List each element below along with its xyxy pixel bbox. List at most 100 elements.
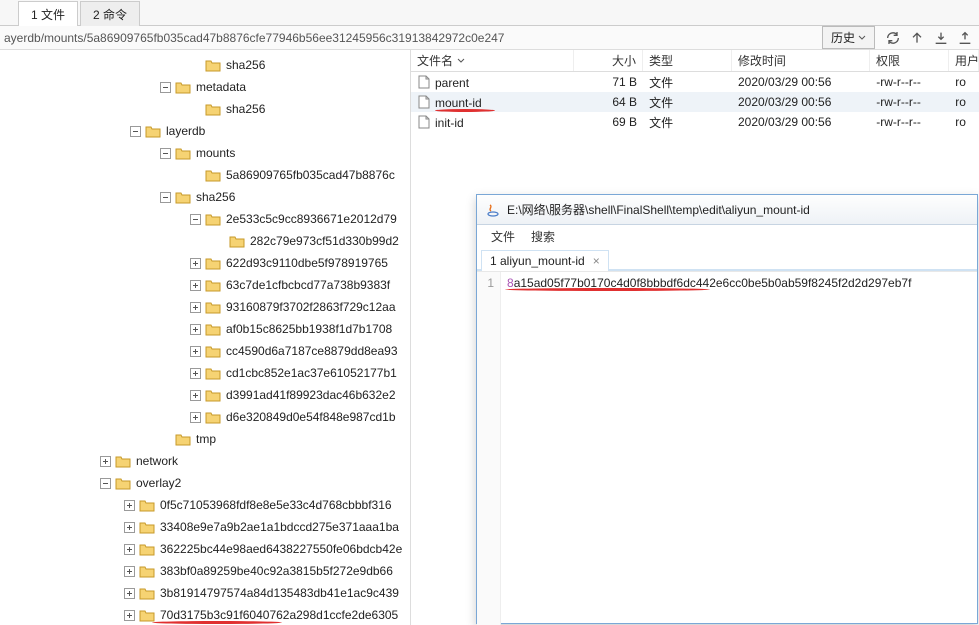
tree-node[interactable]: cc4590d6a7187ce8879dd8ea93	[0, 340, 410, 362]
expand-icon[interactable]	[190, 390, 201, 401]
top-tabs: 1 文件 2 命令	[0, 0, 979, 26]
tree-node[interactable]: cd1cbc852e1ac37e61052177b1	[0, 362, 410, 384]
expand-icon[interactable]	[190, 258, 201, 269]
expand-icon[interactable]	[124, 544, 135, 555]
collapse-icon[interactable]	[160, 82, 171, 93]
upload-icon[interactable]	[957, 30, 973, 46]
col-mtime[interactable]: 修改时间	[732, 50, 870, 71]
col-size[interactable]: 大小	[574, 50, 643, 71]
tree-node[interactable]: sha256	[0, 186, 410, 208]
file-icon	[417, 115, 431, 129]
col-name[interactable]: 文件名	[411, 50, 574, 71]
editor-tab[interactable]: 1 aliyun_mount-id ×	[481, 250, 609, 271]
folder-label: 93160879f3702f2863f729c12aa	[226, 300, 396, 314]
expand-icon[interactable]	[124, 610, 135, 621]
expand-icon[interactable]	[190, 280, 201, 291]
tab-files[interactable]: 1 文件	[18, 1, 78, 26]
file-user: ro	[949, 95, 979, 109]
up-icon[interactable]	[909, 30, 925, 46]
expand-icon[interactable]	[190, 412, 201, 423]
collapse-icon[interactable]	[130, 126, 141, 137]
expand-icon[interactable]	[124, 566, 135, 577]
file-user: ro	[949, 115, 979, 129]
tree-node[interactable]: 2e533c5c9cc8936671e2012d79	[0, 208, 410, 230]
download-icon[interactable]	[933, 30, 949, 46]
menu-search[interactable]: 搜索	[523, 226, 563, 247]
history-button[interactable]: 历史	[822, 26, 875, 49]
java-icon	[485, 202, 501, 218]
file-type: 文件	[643, 114, 732, 131]
file-mtime: 2020/03/29 00:56	[732, 95, 870, 109]
expand-icon[interactable]	[124, 588, 135, 599]
tree-node[interactable]: 362225bc44e98aed6438227550fe06bdcb42e	[0, 538, 410, 560]
tree-node[interactable]: mounts	[0, 142, 410, 164]
collapse-icon[interactable]	[190, 214, 201, 225]
chevron-down-icon	[858, 35, 866, 41]
file-row[interactable]: mount-id 64 B 文件 2020/03/29 00:56 -rw-r-…	[411, 92, 979, 112]
tab-commands-label: 2 命令	[93, 6, 127, 23]
path-input[interactable]: ayerdb/mounts/5a86909765fb035cad47b8876c…	[0, 31, 818, 45]
tree-node[interactable]: sha256	[0, 54, 410, 76]
file-type: 文件	[643, 94, 732, 111]
file-type: 文件	[643, 74, 732, 91]
expand-icon[interactable]	[190, 346, 201, 357]
expand-icon[interactable]	[124, 500, 135, 511]
tree-node[interactable]: layerdb	[0, 120, 410, 142]
file-name: mount-id	[435, 96, 482, 110]
file-row[interactable]: init-id 69 B 文件 2020/03/29 00:56 -rw-r--…	[411, 112, 979, 132]
tab-commands[interactable]: 2 命令	[80, 1, 140, 26]
file-icon	[417, 95, 431, 109]
folder-label: tmp	[196, 432, 216, 446]
folder-label: 63c7de1cfbcbcd77a738b9383f	[226, 278, 390, 292]
tree-node[interactable]: sha256	[0, 98, 410, 120]
tree-node[interactable]: 5a86909765fb035cad47b8876c	[0, 164, 410, 186]
folder-label: 622d93c9110dbe5f978919765	[226, 256, 388, 270]
editor-menu: 文件 搜索	[477, 225, 977, 247]
tree-node[interactable]: 383bf0a89259be40c92a3815b5f272e9db66	[0, 560, 410, 582]
file-perm: -rw-r--r--	[870, 75, 949, 89]
col-perm[interactable]: 权限	[870, 50, 949, 71]
tree-node[interactable]: 93160879f3702f2863f729c12aa	[0, 296, 410, 318]
tree-pane[interactable]: sha256 metadata sha256 layerdb mounts 5a…	[0, 50, 411, 625]
tree-node[interactable]: 70d3175b3c91f6040762a298d1ccfe2de6305	[0, 604, 410, 625]
expand-icon[interactable]	[190, 324, 201, 335]
folder-label: 3b81914797574a84d135483db41e1ac9c439	[160, 586, 399, 600]
col-user[interactable]: 用户	[949, 50, 979, 71]
sort-desc-icon	[457, 58, 465, 64]
file-name: init-id	[435, 116, 464, 130]
editor-titlebar[interactable]: E:\网络\服务器\shell\FinalShell\temp\edit\ali…	[477, 195, 977, 225]
expand-icon[interactable]	[190, 368, 201, 379]
code-char: 8	[507, 276, 514, 290]
tree-node[interactable]: tmp	[0, 428, 410, 450]
file-row[interactable]: parent 71 B 文件 2020/03/29 00:56 -rw-r--r…	[411, 72, 979, 92]
tree-node[interactable]: 622d93c9110dbe5f978919765	[0, 252, 410, 274]
expand-icon[interactable]	[190, 302, 201, 313]
collapse-icon[interactable]	[100, 478, 111, 489]
collapse-icon[interactable]	[160, 148, 171, 159]
tree-node[interactable]: 63c7de1cfbcbcd77a738b9383f	[0, 274, 410, 296]
file-icon	[417, 75, 431, 89]
file-mtime: 2020/03/29 00:56	[732, 75, 870, 89]
tree-node[interactable]: 282c79e973cf51d330b99d2	[0, 230, 410, 252]
collapse-icon[interactable]	[160, 192, 171, 203]
menu-file[interactable]: 文件	[483, 226, 523, 247]
col-type[interactable]: 类型	[643, 50, 732, 71]
tree-node[interactable]: 33408e9e7a9b2ae1a1bdccd275e371aaa1ba	[0, 516, 410, 538]
tree-node[interactable]: metadata	[0, 76, 410, 98]
tree-node[interactable]: d6e320849d0e54f848e987cd1b	[0, 406, 410, 428]
tree-node[interactable]: af0b15c8625bb1938f1d7b1708	[0, 318, 410, 340]
list-header: 文件名 大小 类型 修改时间 权限 用户	[411, 50, 979, 72]
tree-node[interactable]: 0f5c71053968fdf8e8e5e33c4d768cbbbf316	[0, 494, 410, 516]
tree-node[interactable]: overlay2	[0, 472, 410, 494]
close-icon[interactable]: ×	[593, 254, 600, 268]
file-size: 71 B	[574, 75, 643, 89]
expand-icon[interactable]	[100, 456, 111, 467]
folder-label: 383bf0a89259be40c92a3815b5f272e9db66	[160, 564, 393, 578]
tree-node[interactable]: network	[0, 450, 410, 472]
refresh-icon[interactable]	[885, 30, 901, 46]
toolbar-icons	[879, 30, 979, 46]
expand-icon[interactable]	[124, 522, 135, 533]
tree-node[interactable]: 3b81914797574a84d135483db41e1ac9c439	[0, 582, 410, 604]
code-area[interactable]: 8a15ad05f77b0170c4d0f8bbbdf6dc442e6cc0be…	[501, 272, 977, 625]
tree-node[interactable]: d3991ad41f89923dac46b632e2	[0, 384, 410, 406]
